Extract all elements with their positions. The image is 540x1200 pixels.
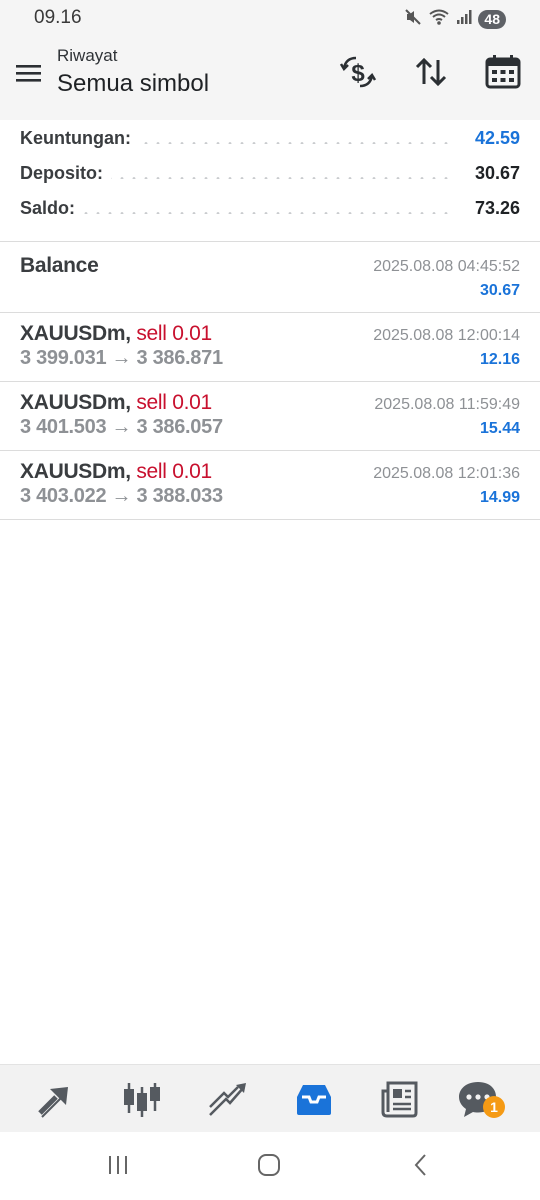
trade-row[interactable]: XAUUSDm, sell 0.01 3 401.503 → 3 386.057… [0,382,540,450]
battery-indicator: 48 [478,10,506,29]
deposit-value: 30.67 [466,163,520,184]
summary-profit: Keuntungan: 42.59 [20,126,520,156]
balance-entry-amount: 30.67 [479,282,520,299]
system-navigation [0,1132,540,1200]
menu-icon[interactable] [14,58,44,88]
bottom-navigation [0,1064,540,1133]
header-subtitle: Riwayat [57,46,118,65]
balance-entry-label: Balance [20,254,99,277]
header-title[interactable]: Semua simbol [57,70,209,98]
trade-profit: 15.44 [479,420,520,437]
balance-value: 73.26 [466,198,520,219]
home-icon[interactable] [254,1150,284,1180]
trade-profit: 14.99 [479,489,520,506]
divider [0,519,540,520]
balance-entry[interactable]: Balance 2025.08.08 04:45:52 30.67 [0,242,540,312]
trade-symbol: XAUUSDm, [20,391,131,414]
trade-action: sell 0.01 [136,322,212,345]
currency-exchange-icon[interactable]: $ [338,52,378,92]
trade-title: XAUUSDm, sell 0.01 [20,322,212,346]
status-icons: 48 [404,8,506,31]
trade-action: sell 0.01 [136,391,212,414]
wifi-icon [428,8,450,31]
deposit-label: Deposito: [20,163,111,184]
history-icon[interactable] [292,1077,336,1121]
recent-apps-icon[interactable] [104,1150,134,1180]
trade-datetime: 2025.08.08 12:01:36 [373,465,520,482]
trade-prices: 3 403.022 → 3 388.033 [20,485,223,507]
trade-action: sell 0.01 [136,460,212,483]
trade-title: XAUUSDm, sell 0.01 [20,391,212,415]
mute-icon [404,8,422,31]
trade-symbol: XAUUSDm, [20,322,131,345]
trade-datetime: 2025.08.08 12:00:14 [373,327,520,344]
calendar-icon[interactable] [483,52,523,92]
trade-symbol: XAUUSDm, [20,460,131,483]
trade-datetime: 2025.08.08 11:59:49 [374,396,520,413]
profit-value: 42.59 [466,128,520,149]
summary-deposit: Deposito: 30.67 [20,161,520,191]
signal-icon [456,9,472,30]
trade-icon[interactable] [206,1077,250,1121]
app-header: Riwayat Semua simbol $ [0,36,540,120]
status-time: 09.16 [34,7,82,28]
balance-entry-datetime: 2025.08.08 04:45:52 [373,258,520,275]
trade-prices: 3 399.031 → 3 386.871 [20,347,223,369]
quotes-icon[interactable] [34,1077,78,1121]
trade-profit: 12.16 [479,351,520,368]
chat-badge: 1 [483,1096,505,1118]
news-icon[interactable] [378,1077,422,1121]
svg-text:$: $ [351,60,365,87]
profit-label: Keuntungan: [20,128,139,149]
back-icon[interactable] [406,1150,436,1180]
dotted-leader [20,212,450,214]
sort-icon[interactable] [411,52,451,92]
chart-icon[interactable] [120,1077,164,1121]
balance-label: Saldo: [20,198,84,219]
trade-row[interactable]: XAUUSDm, sell 0.01 3 399.031 → 3 386.871… [0,313,540,381]
trade-prices: 3 401.503 → 3 386.057 [20,416,223,438]
trade-title: XAUUSDm, sell 0.01 [20,460,212,484]
status-bar: 09.16 48 [0,0,540,36]
summary-balance: Saldo: 73.26 [20,196,520,226]
trade-row[interactable]: XAUUSDm, sell 0.01 3 403.022 → 3 388.033… [0,451,540,519]
